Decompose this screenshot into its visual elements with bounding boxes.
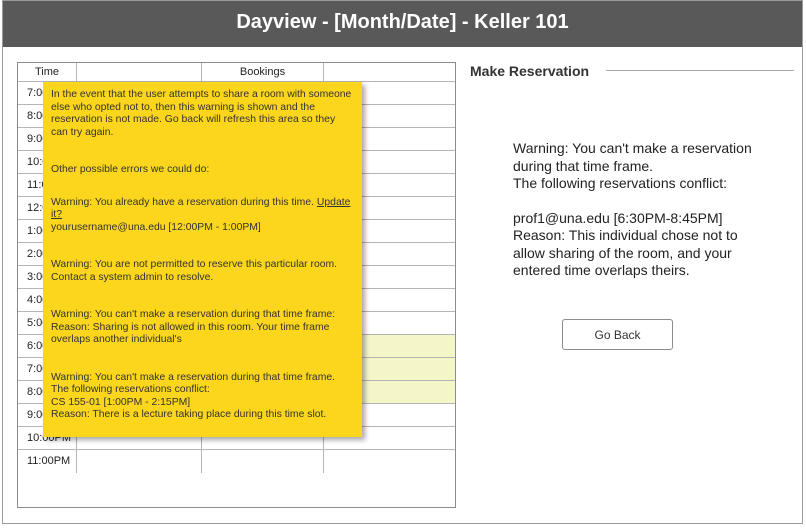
page-title: Dayview - [Month/Date] - Keller 101 [3, 1, 802, 47]
panel-title: Make Reservation [470, 63, 596, 79]
reservation-warning: Warning: You can't make a reservation du… [513, 140, 763, 280]
time-slot-label: 11:00PM [18, 449, 77, 473]
go-back-button[interactable]: Go Back [562, 319, 673, 350]
note-error-line: Reason: There is a lecture taking place … [51, 409, 327, 420]
note-error-line: Warning: You can't make a reservation du… [51, 371, 336, 383]
warning-text: Warning: You can't make a reservation du… [513, 140, 752, 174]
note-error-text: Warning: You already have a reservation … [51, 196, 317, 208]
booking-cell[interactable] [76, 449, 202, 473]
booking-cell[interactable] [324, 450, 456, 473]
column-header-time: Time [18, 63, 77, 82]
column-header-empty [323, 63, 455, 82]
table-row: 11:00PM [18, 449, 456, 473]
note-error-sharing-not-allowed: Warning: You can't make a reservation du… [51, 309, 354, 347]
column-header-bookings: Bookings [201, 63, 324, 82]
note-error-detail: yourusername@una.edu [12:00PM - 1:00PM] [51, 221, 261, 233]
note-error-line: The following reservations conflict: [51, 384, 210, 395]
panel-divider [606, 70, 794, 71]
note-error-existing-reservation: Warning: You already have a reservation … [51, 197, 354, 235]
note-error-line: Reason: Sharing is not allowed in this r… [51, 321, 330, 346]
note-error-not-permitted: Warning: You are not permitted to reserv… [51, 259, 338, 283]
table-header-row: Time Bookings [18, 63, 455, 82]
conflict-reason: Reason: This individual chose not to all… [513, 227, 738, 278]
booking-cell[interactable] [201, 449, 324, 473]
note-intro: In the event that the user attempts to s… [51, 89, 352, 138]
note-error-lecture-conflict: Warning: You can't make a reservation du… [51, 372, 354, 422]
warning-conflict-heading: The following reservations conflict: [513, 175, 727, 191]
conflict-entry: prof1@una.edu [6:30PM-8:45PM] [513, 209, 723, 226]
note-error-line: Warning: You can't make a reservation du… [51, 309, 336, 320]
note-other-errors: Other possible errors we could do: [51, 164, 210, 175]
note-error-line: CS 155-01 [1:00PM - 2:15PM] [51, 396, 191, 408]
column-header-empty [76, 63, 202, 82]
annotation-sticky-note: In the event that the user attempts to s… [43, 82, 362, 437]
